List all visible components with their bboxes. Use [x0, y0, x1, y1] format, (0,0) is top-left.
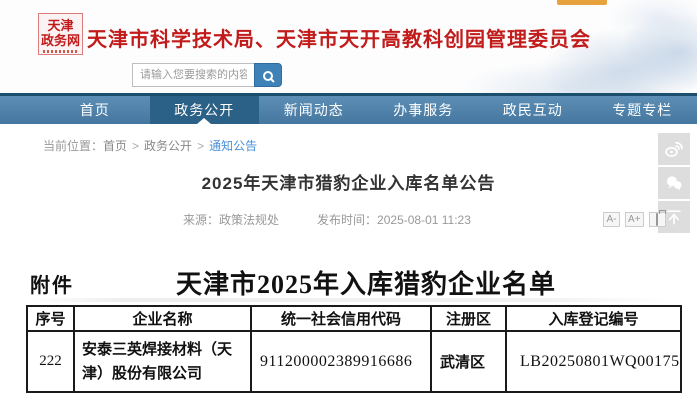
attachment-title: 天津市2025年入库猎豹企业名单: [26, 264, 697, 301]
publish-time-label: 发布时间：: [317, 213, 377, 227]
breadcrumb-notices[interactable]: 通知公告: [209, 139, 257, 153]
font-increase-button[interactable]: A+: [625, 212, 644, 227]
header-seq: 序号: [27, 306, 74, 331]
cell-credit-code: 911200002389916686: [251, 331, 431, 392]
table-row: 222 安泰三英焊接材料（天津）股份有限公司 91120000238991668…: [27, 331, 681, 392]
publish-time-value: 2025-08-01 11:23: [377, 213, 471, 227]
article-publish-time: 发布时间：2025-08-01 11:23: [317, 211, 471, 228]
header-company-name: 企业名称: [74, 306, 251, 331]
page: 天津 政务网 天津市科学技术局、天津市天开高教科创园管理委员会 首页 政务公开 …: [0, 0, 697, 417]
top-accent-bar: [557, 0, 607, 5]
nav-item-interaction[interactable]: 政民互动: [478, 96, 588, 124]
article-source: 来源：政策法规处: [183, 211, 279, 228]
article-meta: 来源：政策法规处 发布时间：2025-08-01 11:23: [183, 211, 471, 228]
breadcrumb-prefix: 当前位置：: [43, 139, 103, 153]
font-decrease-button[interactable]: A-: [603, 212, 620, 227]
breadcrumb-separator: >: [132, 139, 139, 153]
cell-company-name: 安泰三英焊接材料（天津）股份有限公司: [74, 331, 251, 392]
printer-icon: [656, 213, 658, 226]
weibo-icon: [664, 139, 684, 159]
logo-text-line1: 天津: [39, 18, 82, 33]
source-label: 来源：: [183, 213, 219, 227]
header-district: 注册区: [431, 306, 506, 331]
search-input[interactable]: [132, 63, 254, 87]
site-title: 天津市科学技术局、天津市天开高教科创园管理委员会: [87, 23, 591, 52]
nav-item-home[interactable]: 首页: [40, 96, 150, 124]
article-toolbar: A- A+: [603, 212, 666, 227]
search-box: [132, 63, 282, 87]
site-logo-seal: 天津 政务网: [38, 13, 83, 55]
nav-item-special-topics[interactable]: 专题专栏: [588, 96, 697, 124]
logo-text-line2: 政务网: [39, 33, 82, 48]
search-button[interactable]: [254, 63, 282, 87]
header-credit-code: 统一社会信用代码: [251, 306, 431, 331]
print-button[interactable]: [649, 212, 666, 227]
cell-registration-no: LB20250801WQ00175: [506, 331, 681, 392]
site-header: 天津 政务网 天津市科学技术局、天津市天开高教科创园管理委员会: [0, 0, 697, 93]
nav-item-news[interactable]: 新闻动态: [259, 96, 369, 124]
article-title: 2025年天津市猎豹企业入库名单公告: [26, 169, 671, 194]
breadcrumb: 当前位置：首页 > 政务公开 > 通知公告: [43, 137, 257, 154]
table-header-row: 序号 企业名称 统一社会信用代码 注册区 入库登记编号: [27, 306, 681, 331]
nav-item-gov-disclosure[interactable]: 政务公开: [150, 96, 260, 124]
search-icon: [263, 71, 273, 81]
cell-seq: 222: [27, 331, 74, 392]
nav-item-services[interactable]: 办事服务: [369, 96, 479, 124]
breadcrumb-home[interactable]: 首页: [103, 139, 127, 153]
breadcrumb-separator: >: [197, 139, 204, 153]
back-to-top-icon: [664, 207, 684, 227]
share-weibo-button[interactable]: [658, 133, 690, 165]
breadcrumb-gov-disclosure[interactable]: 政务公开: [144, 139, 192, 153]
source-value: 政策法规处: [219, 213, 279, 227]
header-registration-no: 入库登记编号: [506, 306, 681, 331]
cell-district: 武清区: [431, 331, 506, 392]
enterprise-table: 序号 企业名称 统一社会信用代码 注册区 入库登记编号 222 安泰三英焊接材料…: [26, 305, 682, 393]
main-nav: 首页 政务公开 新闻动态 办事服务 政民互动 专题专栏: [0, 93, 697, 124]
